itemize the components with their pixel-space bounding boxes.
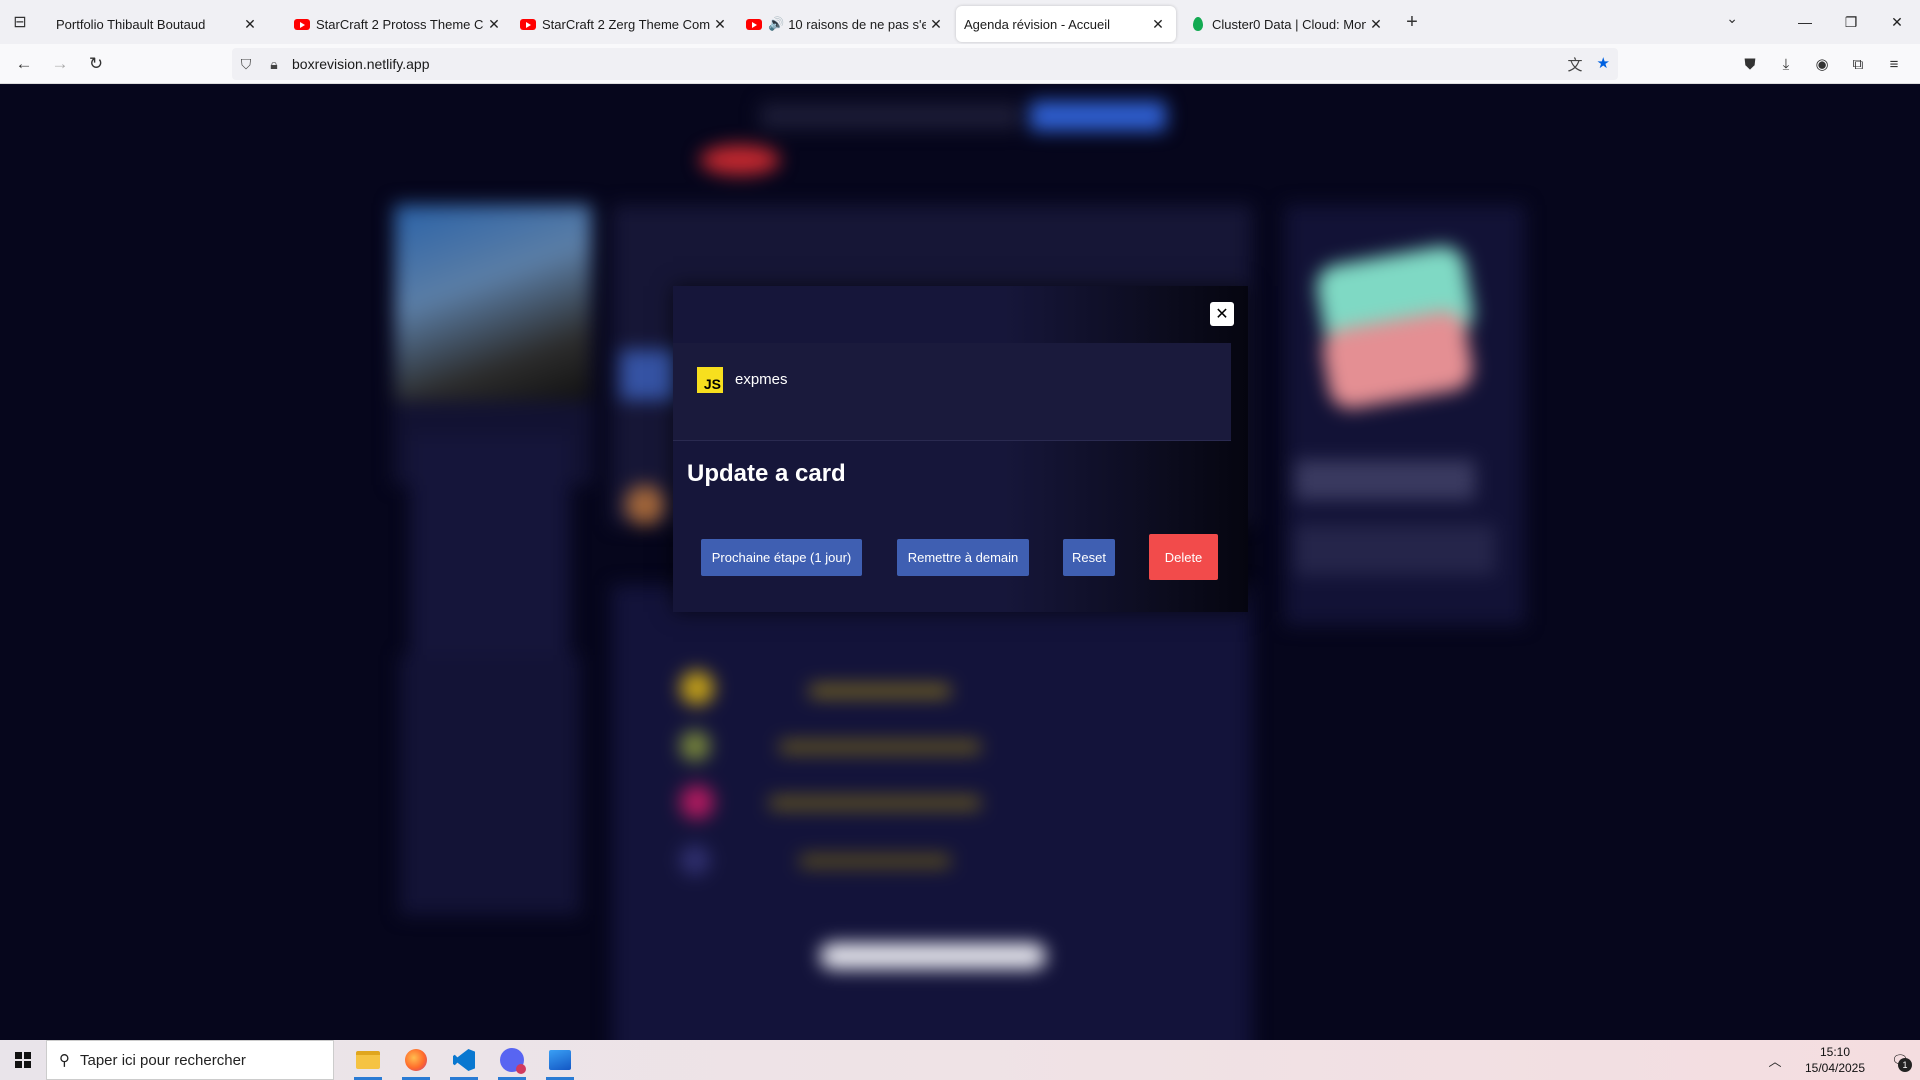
reload-icon[interactable]: ↻ — [78, 48, 114, 80]
browser-nav-bar: ← → ↻ ⛉ 🔒︎ boxrevision.netlify.app 文 ★ ⛊… — [0, 44, 1920, 84]
tab-mongodb-cluster[interactable]: Cluster0 Data | Cloud: MongoD ✕ — [1182, 6, 1394, 42]
close-icon[interactable]: ✕ — [926, 16, 946, 33]
translate-icon[interactable]: 文 — [1568, 54, 1583, 75]
taskbar-search-box[interactable]: ⚲ Taper ici pour rechercher — [46, 1040, 334, 1080]
blurred-search-field — [760, 103, 1020, 129]
close-icon[interactable]: ✕ — [1148, 16, 1168, 33]
discord-app[interactable] — [488, 1040, 536, 1080]
clock-time: 15:10 — [1819, 1045, 1851, 1059]
account-icon[interactable]: ◉ — [1804, 48, 1840, 80]
reset-button[interactable]: Reset — [1063, 539, 1115, 576]
vscode-icon — [453, 1049, 475, 1071]
browser-tab-bar: ⊟ Portfolio Thibault Boutaud ✕ StarCraft… — [0, 0, 1920, 44]
mongodb-icon — [1190, 16, 1206, 32]
firefox-app[interactable] — [392, 1040, 440, 1080]
blurred-row-icon — [680, 731, 710, 761]
delete-button[interactable]: Delete — [1149, 534, 1218, 580]
youtube-icon — [520, 16, 536, 32]
blurred-row-text — [780, 741, 980, 753]
windows-taskbar: ⚲ Taper ici pour rechercher ︿ 15:10 15/0… — [0, 1040, 1920, 1080]
tab-title: StarCraft 2 Protoss Theme Com — [316, 16, 484, 32]
folder-icon — [356, 1051, 380, 1069]
modal-title: Update a card — [687, 460, 846, 487]
page-viewport: ✕ JS expmes Update a card Prochaine étap… — [0, 85, 1920, 1040]
download-icon[interactable]: ⤓ — [1768, 48, 1804, 80]
close-icon[interactable]: ✕ — [1366, 16, 1386, 33]
photos-icon — [549, 1050, 571, 1070]
search-placeholder: Taper ici pour rechercher — [80, 1051, 246, 1069]
tab-starcraft-protoss[interactable]: StarCraft 2 Protoss Theme Com ✕ — [286, 6, 512, 42]
blurred-center-avatar — [625, 485, 665, 525]
vscode-app[interactable] — [440, 1040, 488, 1080]
back-icon[interactable]: ← — [6, 48, 42, 80]
blurred-left-card-2 — [400, 655, 580, 915]
system-tray: ︿ 15:10 15/04/2025 🗨︎1 — [1760, 1040, 1920, 1080]
shield-icon[interactable]: ⛉ — [232, 56, 260, 73]
tab-starcraft-zerg[interactable]: StarCraft 2 Zerg Theme Compila ✕ — [512, 6, 738, 42]
new-tab-button[interactable]: + — [1394, 11, 1430, 34]
javascript-icon: JS — [697, 367, 723, 393]
blurred-row-icon — [680, 785, 714, 819]
restore-icon[interactable]: ❐ — [1828, 0, 1874, 44]
tab-portfolio[interactable]: Portfolio Thibault Boutaud ✕ — [48, 6, 268, 42]
chevron-up-icon[interactable]: ︿ — [1760, 1051, 1790, 1070]
update-card-modal: ✕ JS expmes Update a card Prochaine étap… — [673, 286, 1248, 612]
blurred-right-heading — [1295, 460, 1475, 500]
clock[interactable]: 15:10 15/04/2025 — [1790, 1044, 1880, 1076]
tab-10-raisons[interactable]: 🔊 10 raisons de ne pas s'expa ✕ — [738, 6, 954, 42]
start-button[interactable] — [0, 1040, 46, 1080]
card-preview: JS expmes — [673, 343, 1231, 441]
tab-title: 10 raisons de ne pas s'expa — [788, 16, 926, 32]
clock-date: 15/04/2025 — [1804, 1061, 1866, 1075]
search-icon: ⚲ — [59, 1052, 70, 1069]
extensions-icon[interactable]: ⧉ — [1840, 48, 1876, 80]
speaker-icon[interactable]: 🔊 — [768, 16, 784, 32]
menu-icon[interactable]: ≡ — [1876, 48, 1912, 80]
notification-center-icon[interactable]: 🗨︎1 — [1880, 1040, 1920, 1080]
youtube-icon — [746, 16, 762, 32]
blurred-header-button — [1030, 101, 1166, 131]
tab-title: StarCraft 2 Zerg Theme Compila — [542, 16, 710, 32]
photos-app[interactable] — [536, 1040, 584, 1080]
next-step-button[interactable]: Prochaine étape (1 jour) — [701, 539, 862, 576]
blurred-center-button — [620, 350, 680, 400]
card-name: expmes — [735, 371, 788, 388]
tab-agenda-revision[interactable]: Agenda révision - Accueil ✕ — [956, 6, 1176, 42]
modal-close-button[interactable]: ✕ — [1210, 302, 1234, 326]
window-close-icon[interactable]: ✕ — [1874, 0, 1920, 44]
blurred-row-text — [810, 685, 950, 697]
notification-badge: 1 — [1898, 1058, 1912, 1072]
close-icon[interactable]: ✕ — [484, 16, 504, 33]
blurred-row-text — [800, 855, 950, 867]
windows-logo-icon — [15, 1052, 31, 1068]
postpone-button[interactable]: Remettre à demain — [897, 539, 1029, 576]
address-bar[interactable]: ⛉ 🔒︎ boxrevision.netlify.app 文 ★ — [232, 48, 1618, 80]
blurred-red-accent — [700, 145, 780, 175]
tab-title: Portfolio Thibault Boutaud — [56, 16, 206, 32]
url-text[interactable]: boxrevision.netlify.app — [292, 56, 429, 72]
blurred-right-text — [1295, 525, 1495, 575]
file-explorer-app[interactable] — [344, 1040, 392, 1080]
minimize-icon[interactable]: — — [1782, 0, 1828, 44]
tab-overflow-icon[interactable]: ⌄ — [1726, 10, 1738, 27]
firefox-icon — [405, 1049, 427, 1071]
pocket-icon[interactable]: ⛊ — [1732, 48, 1768, 80]
tab-list-icon[interactable]: ⊟ — [0, 0, 40, 44]
tab-title: Agenda révision - Accueil — [964, 16, 1110, 32]
blurred-row-icon — [680, 671, 714, 705]
close-icon: ✕ — [1215, 306, 1229, 323]
tab-title: Cluster0 Data | Cloud: MongoD — [1212, 16, 1366, 32]
blurred-row-text — [770, 797, 980, 809]
bookmark-star-icon[interactable]: ★ — [1597, 54, 1610, 75]
lock-icon[interactable]: 🔒︎ — [260, 56, 288, 73]
blurred-portrait-image — [395, 205, 591, 401]
blurred-row-icon — [680, 845, 710, 875]
forward-icon[interactable]: → — [42, 48, 78, 80]
close-icon[interactable]: ✕ — [240, 16, 260, 33]
discord-icon — [500, 1048, 526, 1074]
youtube-icon — [294, 16, 310, 32]
blurred-pagination — [820, 943, 1046, 969]
close-icon[interactable]: ✕ — [710, 16, 730, 33]
